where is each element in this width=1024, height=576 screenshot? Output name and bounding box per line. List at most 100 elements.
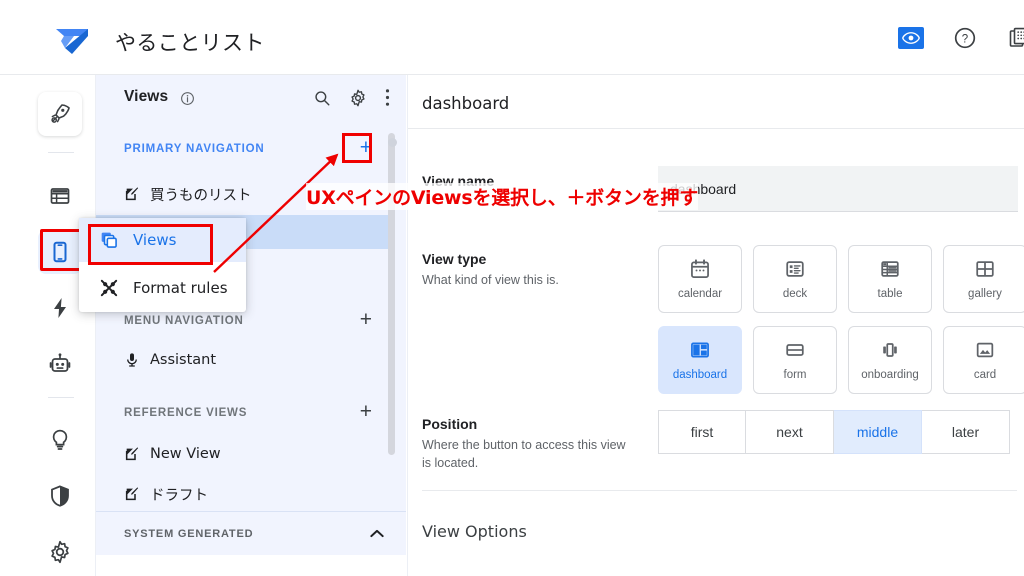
rail-divider-2: [48, 397, 74, 398]
rail-item-security[interactable]: [38, 474, 82, 518]
rail-divider-1: [48, 152, 74, 153]
view-item-draft[interactable]: ドラフト: [96, 477, 392, 511]
rail-item-automation[interactable]: [38, 286, 82, 330]
view-type-label: table: [877, 288, 903, 300]
edit-square-icon: [124, 486, 140, 502]
position-option-first[interactable]: first: [658, 410, 746, 454]
calendar-icon: [689, 258, 711, 280]
card-icon: [974, 339, 996, 361]
rail-item-ux[interactable]: [38, 230, 82, 274]
search-icon[interactable]: [313, 89, 331, 107]
copy-layers-icon: [99, 230, 119, 250]
format-rules-icon: [99, 278, 119, 298]
robot-icon: [49, 353, 71, 372]
views-panel-header: Views: [96, 75, 406, 123]
deck-icon: [784, 258, 806, 280]
view-editor-pane: dashboard View name View type What kind …: [407, 75, 1024, 576]
view-item-assistant[interactable]: Assistant: [96, 343, 392, 377]
top-actions: ?: [898, 25, 1024, 51]
view-editor-header: dashboard: [408, 75, 1024, 129]
info-icon[interactable]: [180, 91, 195, 106]
chevron-up-icon[interactable]: [370, 529, 384, 538]
section-heading-reference-views: REFERENCE VIEWS: [124, 407, 248, 419]
view-item-label: Assistant: [150, 352, 217, 368]
left-rail: [0, 75, 96, 576]
system-generated-label: SYSTEM GENERATED: [124, 527, 254, 540]
annotation-text: UXペインのViewsを選択し、＋ボタンを押す: [306, 183, 698, 210]
view-options-heading: View Options: [422, 522, 527, 541]
edit-square-icon: [124, 186, 140, 202]
rail-item-intelligence[interactable]: [38, 342, 82, 386]
page-title: dashboard: [422, 94, 510, 113]
top-header-bar: やることリスト ?: [0, 0, 1024, 75]
view-type-label: form: [783, 369, 807, 381]
view-type-label: View type: [422, 251, 487, 267]
view-type-label: deck: [782, 288, 808, 300]
view-type-label: gallery: [968, 288, 1002, 300]
view-item-label: 買うものリスト: [150, 187, 252, 204]
section-heading-primary-navigation: PRIMARY NAVIGATION: [124, 143, 265, 155]
onboarding-icon: [879, 339, 901, 361]
view-type-label: onboarding: [861, 369, 919, 381]
edit-square-icon: [124, 446, 140, 462]
context-menu-item-views[interactable]: Views: [79, 218, 246, 262]
view-type-calendar[interactable]: calendar: [658, 245, 742, 313]
view-type-label: dashboard: [672, 369, 728, 381]
table-icon: [879, 258, 901, 280]
section-heading-menu-navigation: MENU NAVIGATION: [124, 315, 244, 327]
bolt-icon: [54, 298, 66, 318]
mobile-device-icon: [53, 241, 67, 263]
view-name-input[interactable]: [658, 166, 1018, 212]
view-type-card[interactable]: card: [943, 326, 1024, 394]
view-type-form[interactable]: form: [753, 326, 837, 394]
menu-navigation-add-button[interactable]: +: [360, 309, 372, 330]
preview-eye-icon[interactable]: [898, 25, 924, 51]
position-label: Position: [422, 416, 478, 432]
view-type-table[interactable]: table: [848, 245, 932, 313]
ux-context-menu: Views Format rules: [79, 218, 246, 312]
primary-navigation-add-button[interactable]: +: [360, 137, 372, 158]
position-description: Where the button to access this view is …: [422, 438, 626, 471]
view-type-dashboard[interactable]: dashboard: [658, 326, 742, 394]
views-panel-header-icons: [313, 88, 390, 107]
app-title: やることリスト: [115, 31, 265, 55]
copy-app-icon[interactable]: [1006, 25, 1024, 51]
appsheet-editor-screen: やることリスト ? Views PRIMARY NAVIGATION + 買うも…: [0, 0, 1024, 576]
dashboard-icon: [689, 339, 711, 361]
position-option-later[interactable]: later: [922, 410, 1010, 454]
view-item-label: New View: [150, 446, 221, 462]
rail-item-data[interactable]: [38, 174, 82, 218]
view-type-gallery[interactable]: gallery: [943, 245, 1024, 313]
rocket-icon: [51, 104, 70, 123]
view-item-new-view[interactable]: New View: [96, 437, 392, 471]
appsheet-logo[interactable]: [50, 26, 94, 56]
context-menu-label: Views: [133, 231, 177, 249]
svg-text:?: ?: [962, 34, 968, 46]
gear-icon: [51, 540, 69, 564]
rail-item-rocket[interactable]: [38, 92, 82, 136]
more-vert-icon[interactable]: [385, 88, 390, 107]
gear-icon[interactable]: [349, 89, 367, 107]
section-divider: [422, 490, 1017, 491]
form-icon: [784, 339, 806, 361]
view-type-label: card: [973, 369, 997, 381]
rail-item-insights[interactable]: [38, 418, 82, 462]
view-type-label: calendar: [677, 288, 723, 300]
context-menu-item-format-rules[interactable]: Format rules: [79, 266, 246, 310]
view-item-label: ドラフト: [150, 487, 208, 504]
position-option-middle[interactable]: middle: [834, 410, 922, 454]
context-menu-label: Format rules: [133, 279, 228, 297]
system-generated-section[interactable]: SYSTEM GENERATED: [96, 512, 406, 555]
lightbulb-icon: [52, 429, 68, 450]
shield-icon: [51, 485, 69, 507]
view-type-onboarding[interactable]: onboarding: [848, 326, 932, 394]
help-icon[interactable]: ?: [952, 25, 978, 51]
rail-item-settings[interactable]: [38, 530, 82, 574]
view-type-deck[interactable]: deck: [753, 245, 837, 313]
position-option-next[interactable]: next: [746, 410, 834, 454]
view-type-description: What kind of view this is.: [422, 273, 559, 287]
reference-views-add-button[interactable]: +: [360, 401, 372, 422]
views-panel-scrollbar[interactable]: [388, 133, 395, 455]
position-segmented-control: first next middle later: [658, 410, 1010, 454]
views-panel-title: Views: [124, 88, 169, 105]
